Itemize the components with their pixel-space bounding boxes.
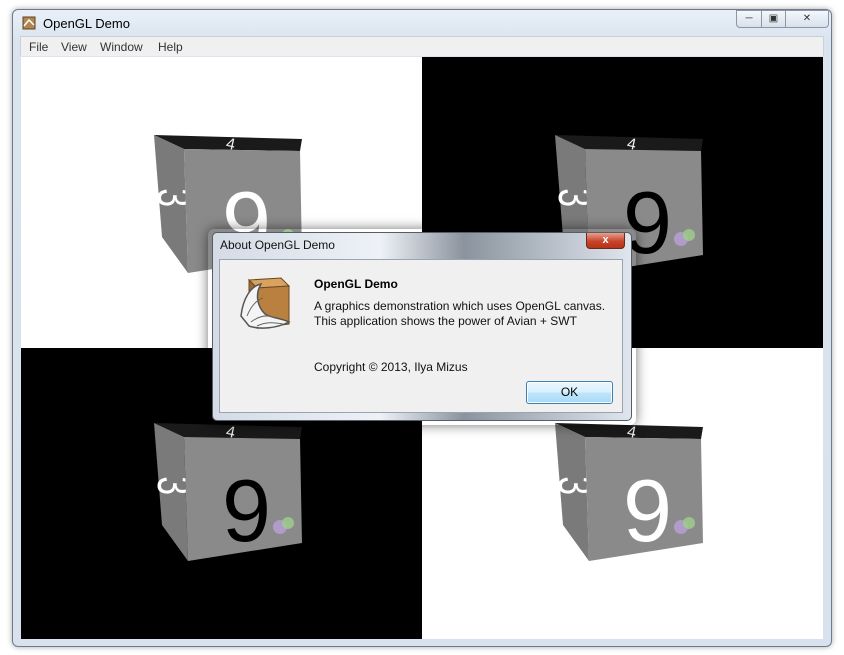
dialog-body: OpenGL Demo A graphics demonstration whi…	[219, 259, 623, 413]
cube-logo-icon	[683, 517, 695, 529]
close-button[interactable]: ✕	[785, 10, 829, 28]
dialog-description-line2: This application shows the power of Avia…	[314, 314, 577, 328]
menu-help[interactable]: Help	[158, 40, 183, 54]
dialog-copyright: Copyright © 2013, Ilya Mizus	[314, 360, 468, 374]
window-title: OpenGL Demo	[43, 16, 130, 31]
menu-file[interactable]: File	[29, 40, 48, 54]
menu-window[interactable]: Window	[100, 40, 143, 54]
dialog-description-line1: A graphics demonstration which uses Open…	[314, 299, 606, 313]
title-bar[interactable]: OpenGL Demo ─ ▣ ✕	[13, 10, 831, 36]
menu-view[interactable]: View	[61, 40, 87, 54]
cube-bottom-right: 43 9	[549, 423, 703, 561]
cube-front-label: 9	[222, 461, 271, 560]
about-dialog: About OpenGL Demo x OpenGL Demo A graphi…	[212, 232, 632, 421]
cube-bottom-left: 43 9	[148, 423, 302, 561]
app-icon	[22, 16, 36, 30]
dialog-close-button[interactable]: x	[586, 233, 625, 249]
cube-front-label: 9	[623, 461, 672, 560]
minimize-button[interactable]: ─	[736, 10, 762, 28]
avian-logo-icon	[240, 277, 291, 330]
cube-logo-icon	[683, 229, 695, 241]
menu-bar: File View Window Help	[20, 36, 824, 56]
dialog-title: About OpenGL Demo	[220, 238, 335, 252]
maximize-button[interactable]: ▣	[761, 10, 786, 28]
dialog-heading: OpenGL Demo	[314, 277, 398, 291]
ok-button[interactable]: OK	[526, 381, 613, 404]
cube-logo-icon	[282, 517, 294, 529]
